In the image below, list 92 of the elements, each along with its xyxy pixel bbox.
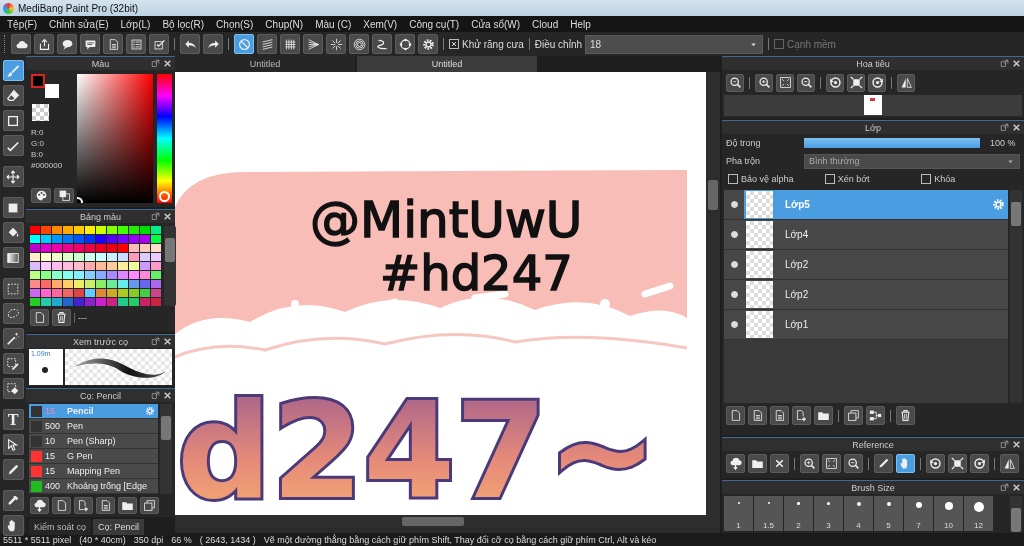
- blend-mode-dropdown[interactable]: Bình thường: [804, 153, 1020, 169]
- menu-item[interactable]: Chụp(N): [259, 18, 310, 30]
- brush-size-text: 10: [45, 436, 56, 446]
- layer-option-checkbox[interactable]: Bảo vệ alpha: [728, 174, 825, 184]
- text-tool-button[interactable]: T: [2, 409, 24, 430]
- brush-size-option[interactable]: 2: [784, 496, 813, 531]
- panel-title: Xem trước cọ: [73, 336, 128, 347]
- layer-name: Lớp2: [785, 259, 809, 270]
- canvas-dimensions: 5511 * 5511 pixel: [3, 534, 72, 545]
- document-tab[interactable]: Untitled: [357, 56, 537, 72]
- correction-dropdown[interactable]: 18: [585, 34, 764, 54]
- menu-item[interactable]: Bộ lọc(R): [156, 18, 211, 30]
- palette-name-text: ---: [74, 312, 87, 323]
- brush-size-option[interactable]: 1: [724, 496, 753, 531]
- brush-size-label: 4: [856, 521, 861, 530]
- zoom-level: 66 %: [171, 534, 192, 545]
- brush-size-text: 15: [45, 466, 56, 476]
- layer-name: Lớp4: [785, 229, 809, 240]
- status-hint: Vẽ một đường thẳng bằng cách giữ phím Shift, Thay đổi cỡ cọ bằng cách giữ phím Ctrl, Alt và kéo: [263, 534, 657, 545]
- layer-name: Lớp2: [785, 289, 809, 300]
- brush-list-item[interactable]: 15 Mapping Pen: [29, 464, 158, 479]
- canvas-physical-size: (40 * 40cm): [79, 534, 126, 545]
- brush-size-text: 15: [45, 406, 56, 416]
- brush-list-item[interactable]: 400 Khoảng trống [Edge: [29, 479, 158, 494]
- brush-size-label: 5: [886, 521, 891, 530]
- brush-size-option[interactable]: 12: [964, 496, 993, 531]
- panel-tab[interactable]: Cọ: Pencil: [93, 519, 145, 535]
- brush-name-text: G Pen: [67, 451, 93, 461]
- menu-item[interactable]: Chỉnh sửa(E): [43, 18, 115, 30]
- layer-row[interactable]: Lớp1: [724, 310, 1008, 340]
- brush-size-text: 15: [45, 451, 56, 461]
- brush-name-text: Pen: [67, 421, 83, 431]
- brush-list-item[interactable]: 500 Pen: [29, 419, 158, 434]
- menu-item[interactable]: Màu (C): [309, 18, 358, 30]
- document-tab[interactable]: Untitled: [175, 56, 355, 72]
- brush-size-label: 10: [944, 521, 953, 530]
- color-value-text: B:0: [31, 150, 44, 160]
- brush-list-item[interactable]: 15 G Pen: [29, 449, 158, 464]
- panel-title: Brush Size: [851, 482, 895, 493]
- brush-size-text: 500: [45, 421, 62, 431]
- panel-title: Cọ: Pencil: [80, 390, 121, 401]
- menu-item[interactable]: Xem(V): [357, 18, 404, 30]
- opacity-label: Độ trong: [726, 138, 762, 148]
- brush-name-text: Mapping Pen: [67, 466, 121, 476]
- brush-size-option[interactable]: 1.5: [754, 496, 783, 531]
- layer-option-checkbox[interactable]: Xén bớt: [824, 174, 922, 184]
- brush-list-item[interactable]: 10 Pen (Sharp): [29, 434, 158, 449]
- panel-title: Lớp: [865, 122, 881, 133]
- layer-name: Lớp1: [785, 319, 809, 330]
- cursor-position: ( 2643, 1434 ): [199, 534, 256, 545]
- panel-title: Màu: [91, 58, 110, 69]
- brush-size-label: 2: [796, 521, 801, 530]
- layer-row[interactable]: Lớp2: [724, 250, 1008, 280]
- brush-name-text: Pencil: [67, 406, 94, 416]
- layer-name: Lớp5: [785, 199, 810, 210]
- menu-item[interactable]: Lớp(L): [114, 18, 157, 30]
- menu-item[interactable]: Công cụ(T): [403, 18, 466, 30]
- menu-item[interactable]: Tệp(F): [1, 18, 43, 30]
- layer-option-checkbox[interactable]: Khóa: [921, 174, 1018, 184]
- antialias-checkbox[interactable]: Khử răng cưa: [449, 38, 524, 50]
- color-value-text: R:0: [31, 128, 45, 138]
- opacity-value: 100 %: [990, 138, 1016, 148]
- artwork-text: d247~: [177, 374, 658, 515]
- brush-size-label: 1: [736, 521, 741, 530]
- panel-title: Hoa tiêu: [856, 58, 890, 69]
- brush-size-option[interactable]: 10: [934, 496, 963, 531]
- brush-name-text: Khoảng trống [Edge: [67, 481, 148, 491]
- brush-size-text: 400: [45, 481, 62, 491]
- brush-name-text: Pen (Sharp): [67, 436, 116, 446]
- panel-title: Bảng màu: [80, 211, 121, 222]
- panel-title: Reference: [852, 439, 894, 450]
- brush-size-option[interactable]: 3: [814, 496, 843, 531]
- brush-size-label: 12: [974, 521, 983, 530]
- correction-label: Điều chỉnh: [534, 38, 583, 50]
- panel-tab[interactable]: Kiểm soát cọ: [29, 519, 92, 535]
- brush-size-label: 1.5: [762, 521, 775, 530]
- layer-row[interactable]: Lớp4: [724, 220, 1008, 250]
- menu-item[interactable]: Cloud: [526, 18, 565, 30]
- brush-size-label: 3: [826, 521, 831, 530]
- color-value-text: #000000: [31, 161, 64, 171]
- brush-size-option[interactable]: 4: [844, 496, 873, 531]
- blend-mode-label: Pha trộn: [726, 156, 762, 166]
- brush-size-option[interactable]: 7: [904, 496, 933, 531]
- menu-item[interactable]: Cửa sổ(W): [465, 18, 527, 30]
- window-title: MediBang Paint Pro (32bit): [18, 2, 139, 14]
- layer-row[interactable]: Lớp2: [724, 280, 1008, 310]
- brush-size-option[interactable]: 5: [874, 496, 903, 531]
- menu-item[interactable]: Chọn(S): [210, 18, 260, 30]
- canvas-resolution: 350 dpi: [133, 534, 164, 545]
- color-value-text: G:0: [31, 139, 45, 149]
- menu-item[interactable]: Help: [564, 18, 597, 30]
- brush-size-label: 7: [916, 521, 921, 530]
